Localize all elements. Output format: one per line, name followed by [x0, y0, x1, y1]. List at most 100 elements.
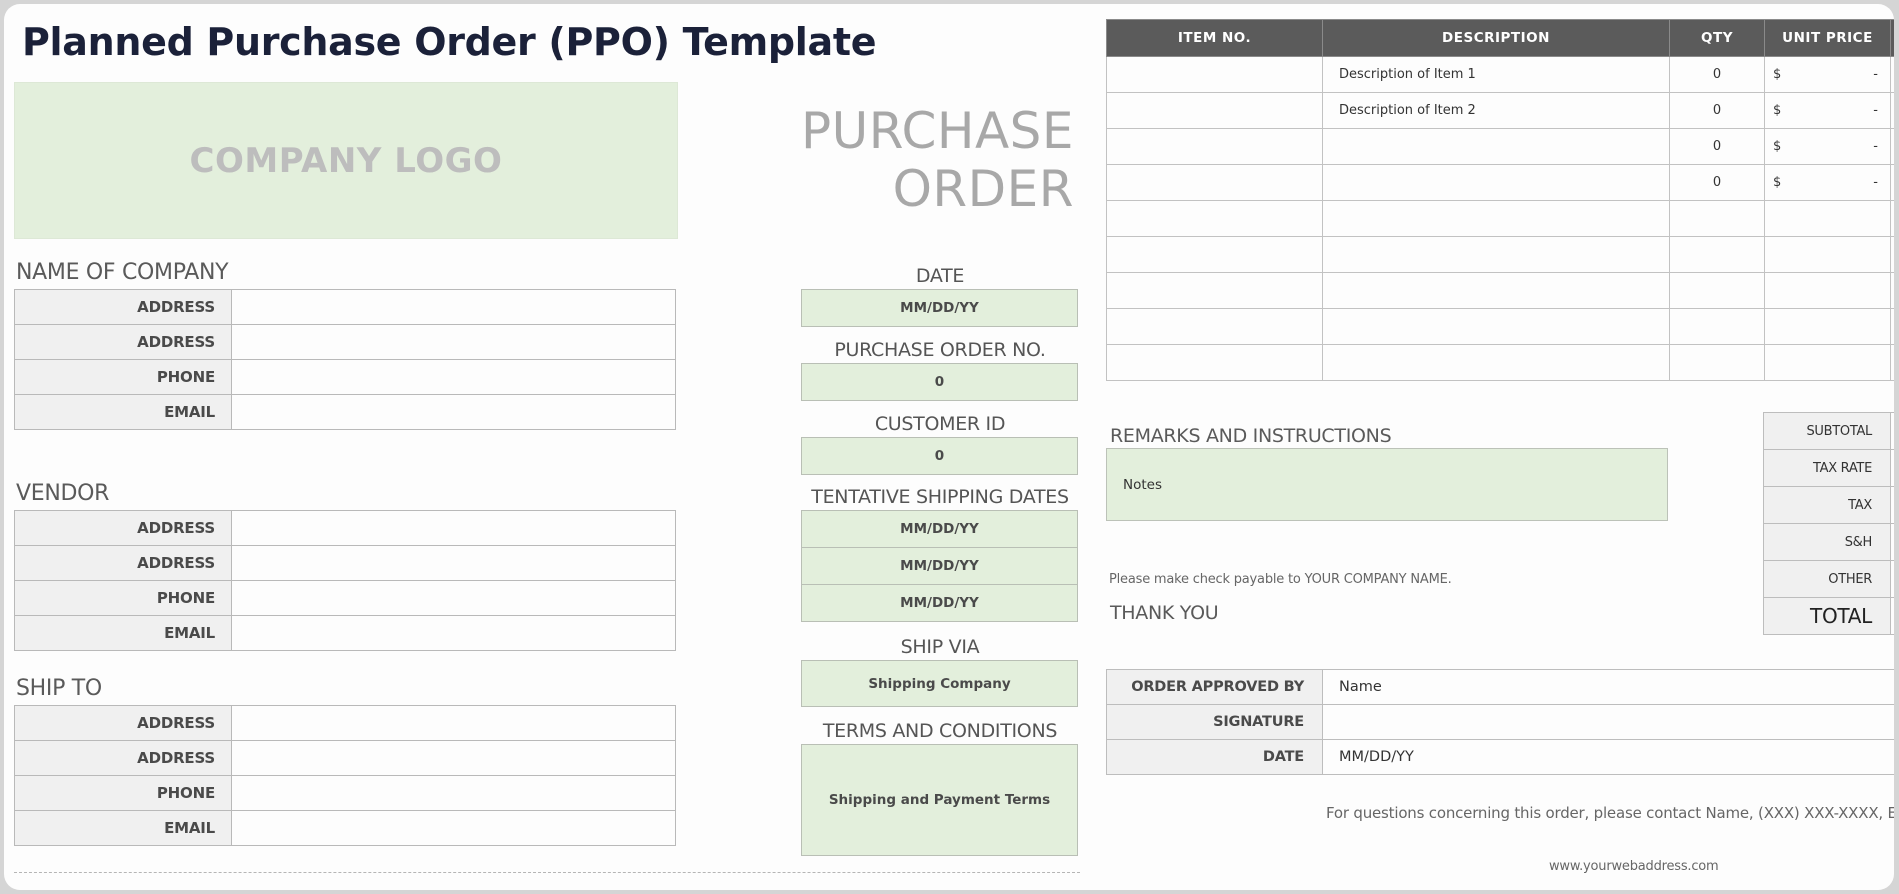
item-no-cell[interactable]: [1106, 92, 1323, 129]
line-total-cell[interactable]: [1890, 236, 1894, 273]
po-number-value: 0: [934, 374, 945, 390]
line-total-cell[interactable]: [1890, 344, 1894, 381]
website-link[interactable]: www.yourwebaddress.com: [1549, 859, 1719, 874]
customer-id-label: CUSTOMER ID: [874, 413, 1006, 435]
shipping-date-1-input[interactable]: MM/DD/YY: [801, 510, 1078, 547]
ship-to-phone-input[interactable]: [231, 775, 676, 811]
line-item-row: [1106, 272, 1894, 309]
approved-by-input[interactable]: Name: [1322, 669, 1894, 705]
qty-cell[interactable]: [1669, 308, 1765, 345]
description-cell[interactable]: [1322, 308, 1670, 345]
unit-price-cell[interactable]: $ -: [1764, 92, 1891, 129]
po-number-input[interactable]: 0: [801, 363, 1078, 401]
totals-label: S&H: [1763, 523, 1891, 561]
item-no-cell[interactable]: [1106, 200, 1323, 237]
company-logo-placeholder[interactable]: COMPANY LOGO: [14, 82, 678, 239]
totals-value[interactable]: [1890, 523, 1894, 561]
item-no-cell[interactable]: [1106, 308, 1323, 345]
totals-value[interactable]: [1890, 412, 1894, 450]
company-phone-input[interactable]: [231, 359, 676, 395]
ship-to-email-input[interactable]: [231, 810, 676, 846]
item-no-cell[interactable]: [1106, 56, 1323, 93]
description-cell[interactable]: Description of Item 2: [1322, 92, 1670, 129]
shipping-date-3-input[interactable]: MM/DD/YY: [801, 584, 1078, 622]
qty-cell[interactable]: 0: [1669, 128, 1765, 165]
company-name-heading[interactable]: NAME OF COMPANY: [16, 260, 229, 285]
remarks-input[interactable]: Notes: [1106, 448, 1668, 521]
company-field-label: EMAIL: [14, 394, 232, 430]
line-total-cell[interactable]: [1890, 200, 1894, 237]
qty-cell[interactable]: [1669, 200, 1765, 237]
item-no-cell[interactable]: [1106, 164, 1323, 201]
approval-table: ORDER APPROVED BY Name SIGNATURE DATE MM/D…: [1106, 669, 1894, 775]
vendor-email-input[interactable]: [231, 615, 676, 651]
line-total-cell[interactable]: [1890, 164, 1894, 201]
totals-value[interactable]: [1890, 449, 1894, 487]
qty-cell[interactable]: [1669, 236, 1765, 273]
shipping-date-value: MM/DD/YY: [900, 595, 979, 611]
unit-price-cell[interactable]: $ -: [1764, 164, 1891, 201]
vendor-phone-input[interactable]: [231, 580, 676, 616]
totals-value[interactable]: [1890, 597, 1894, 635]
ship-to-address-1-input[interactable]: [231, 705, 676, 741]
unit-price-cell[interactable]: [1764, 308, 1891, 345]
ship-to-field-label: ADDRESS: [14, 740, 232, 776]
ship-via-input[interactable]: Shipping Company: [801, 660, 1078, 707]
line-items-table: ITEM NO. DESCRIPTION QTY UNIT PRICE Desc…: [1106, 19, 1894, 381]
company-address-2-input[interactable]: [231, 324, 676, 360]
signature-input[interactable]: [1322, 704, 1894, 740]
qty-cell[interactable]: 0: [1669, 92, 1765, 129]
line-total-cell[interactable]: [1890, 308, 1894, 345]
unit-price-cell[interactable]: $ -: [1764, 56, 1891, 93]
unit-price-cell[interactable]: $ -: [1764, 128, 1891, 165]
line-item-row: Description of Item 1 0 $ -: [1106, 56, 1894, 93]
unit-price-cell[interactable]: [1764, 236, 1891, 273]
qty-cell[interactable]: [1669, 344, 1765, 381]
totals-row: TOTAL: [1763, 597, 1894, 635]
totals-row: TAX RATE: [1763, 449, 1894, 487]
qty-cell[interactable]: [1669, 272, 1765, 309]
item-no-cell[interactable]: [1106, 272, 1323, 309]
description-cell[interactable]: [1322, 236, 1670, 273]
ship-to-address-2-input[interactable]: [231, 740, 676, 776]
vendor-info-table: ADDRESS ADDRESS PHONE EMAIL: [14, 510, 676, 651]
totals-value[interactable]: [1890, 560, 1894, 598]
line-total-cell[interactable]: [1890, 272, 1894, 309]
date-input[interactable]: MM/DD/YY: [801, 289, 1078, 327]
customer-id-input[interactable]: 0: [801, 437, 1078, 475]
vendor-field-label: ADDRESS: [14, 545, 232, 581]
vendor-row: PHONE: [14, 580, 676, 616]
company-email-input[interactable]: [231, 394, 676, 430]
vendor-address-2-input[interactable]: [231, 545, 676, 581]
unit-price-cell[interactable]: [1764, 200, 1891, 237]
item-no-cell[interactable]: [1106, 344, 1323, 381]
company-address-1-input[interactable]: [231, 289, 676, 325]
unit-price-amount: -: [1873, 67, 1878, 82]
totals-row: TAX: [1763, 486, 1894, 524]
po-number-label: PURCHASE ORDER NO.: [834, 339, 1046, 361]
description-cell[interactable]: Description of Item 1: [1322, 56, 1670, 93]
approval-date-input[interactable]: MM/DD/YY: [1322, 739, 1894, 775]
ship-via-value: Shipping Company: [868, 675, 1011, 692]
item-no-cell[interactable]: [1106, 128, 1323, 165]
line-total-cell[interactable]: [1890, 128, 1894, 165]
unit-price-cell[interactable]: [1764, 344, 1891, 381]
terms-value: Shipping and Payment Terms: [828, 792, 1051, 808]
description-cell[interactable]: [1322, 164, 1670, 201]
qty-cell[interactable]: 0: [1669, 56, 1765, 93]
line-total-cell[interactable]: [1890, 56, 1894, 93]
item-no-cell[interactable]: [1106, 236, 1323, 273]
description-cell[interactable]: [1322, 200, 1670, 237]
vendor-row: ADDRESS: [14, 545, 676, 581]
terms-input[interactable]: Shipping and Payment Terms: [801, 744, 1078, 856]
totals-value[interactable]: [1890, 486, 1894, 524]
line-total-cell[interactable]: [1890, 92, 1894, 129]
description-cell[interactable]: [1322, 272, 1670, 309]
description-cell[interactable]: [1322, 128, 1670, 165]
shipping-date-2-input[interactable]: MM/DD/YY: [801, 547, 1078, 584]
unit-price-cell[interactable]: [1764, 272, 1891, 309]
qty-cell[interactable]: 0: [1669, 164, 1765, 201]
totals-label: SUBTOTAL: [1763, 412, 1891, 450]
vendor-address-1-input[interactable]: [231, 510, 676, 546]
description-cell[interactable]: [1322, 344, 1670, 381]
